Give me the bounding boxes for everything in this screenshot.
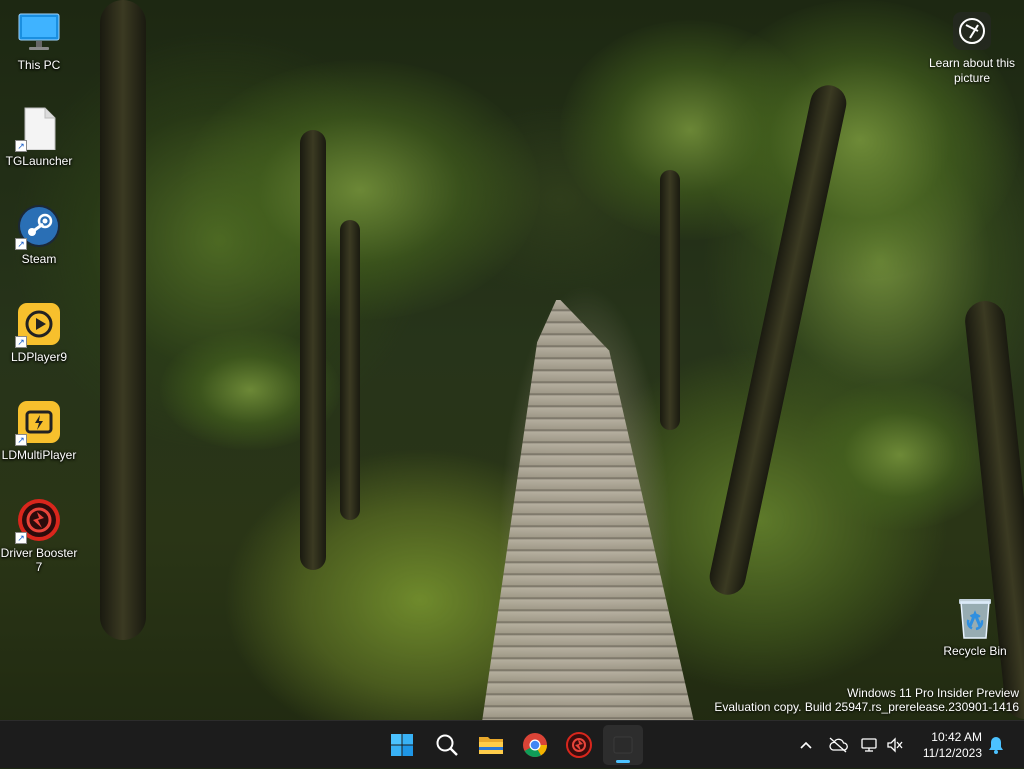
ldplayer-icon: ↗: [15, 302, 61, 348]
chevron-up-icon: [800, 741, 812, 749]
desktop-icon-steam[interactable]: ↗ Steam: [0, 204, 78, 266]
chrome-icon: [523, 733, 547, 758]
system-clock[interactable]: 10:42 AM 11/12/2023: [923, 729, 982, 761]
desktop-icon-tglauncher[interactable]: ↗ TGLauncher: [0, 106, 78, 168]
desktop-icon-driver-booster[interactable]: ↗ Driver Booster 7: [0, 498, 78, 574]
desktop-icon-label: Driver Booster 7: [0, 546, 78, 574]
desktop-icon-recycle-bin[interactable]: Recycle Bin: [936, 596, 1014, 658]
desktop-icon-ldplayer9[interactable]: ↗ LDPlayer9: [0, 302, 78, 364]
learn-about-label: Learn about this picture: [928, 56, 1016, 85]
search-icon: [436, 734, 458, 756]
desktop-icon-label: Recycle Bin: [943, 644, 1007, 658]
network-button[interactable]: [858, 721, 880, 769]
search-button[interactable]: [427, 725, 467, 765]
windows-start-icon: [391, 734, 413, 756]
desktop-icon-this-pc[interactable]: This PC: [0, 10, 78, 72]
notifications-button[interactable]: [984, 721, 1008, 769]
taskbar: 10:42 AM 11/12/2023: [0, 720, 1024, 768]
recycle-bin-icon: [953, 596, 997, 640]
shortcut-arrow-icon: ↗: [15, 140, 27, 152]
cloud-off-icon: [829, 737, 848, 753]
learn-about-picture-button[interactable]: Learn about this picture: [924, 12, 1020, 86]
blank-file-icon: ↗: [15, 106, 61, 152]
window-icon: [613, 736, 633, 754]
volume-button[interactable]: [884, 721, 906, 769]
desktop-icon-label: TGLauncher: [5, 154, 73, 168]
desktop-icon-label: Steam: [21, 252, 57, 266]
driver-booster-icon: ↗: [15, 498, 61, 544]
file-explorer-button[interactable]: [471, 725, 511, 765]
watermark-line-1: Windows 11 Pro Insider Preview: [847, 686, 1019, 700]
onedrive-status-button[interactable]: [826, 721, 850, 769]
active-app-indicator: [616, 760, 630, 763]
desktop-icon-label: This PC: [17, 58, 61, 72]
folder-icon: [479, 737, 503, 754]
clock-time: 10:42 AM: [931, 730, 982, 744]
network-icon: [861, 738, 877, 752]
desktop-icon-ldmultiplayer[interactable]: ↗ LDMultiPlayer: [0, 400, 78, 462]
chrome-button[interactable]: [515, 725, 555, 765]
driver-booster-icon: [566, 732, 592, 758]
shortcut-arrow-icon: ↗: [15, 532, 27, 544]
start-button[interactable]: [382, 725, 422, 765]
shortcut-arrow-icon: ↗: [15, 336, 27, 348]
speaker-muted-icon: [887, 737, 903, 753]
desktop-icon-label: LDPlayer9: [10, 350, 68, 364]
clock-date: 11/12/2023: [922, 746, 982, 760]
steam-icon: ↗: [15, 204, 61, 250]
ldmultiplayer-icon: ↗: [15, 400, 61, 446]
open-window-taskbar-button[interactable]: [603, 725, 643, 765]
watermark-line-2: Evaluation copy. Build 25947.rs_prerelea…: [714, 700, 1019, 714]
shortcut-arrow-icon: ↗: [15, 238, 27, 250]
show-hidden-icons-button[interactable]: [796, 721, 816, 769]
desktop-icon-label: LDMultiPlayer: [1, 448, 77, 462]
monitor-icon: [17, 10, 61, 54]
driver-booster-taskbar-button[interactable]: [559, 725, 599, 765]
evaluation-watermark: Windows 11 Pro Insider Preview Evaluatio…: [714, 686, 1019, 714]
camera-aperture-icon: [953, 12, 991, 50]
shortcut-arrow-icon: ↗: [15, 434, 27, 446]
notification-bell-icon: [989, 737, 1003, 754]
